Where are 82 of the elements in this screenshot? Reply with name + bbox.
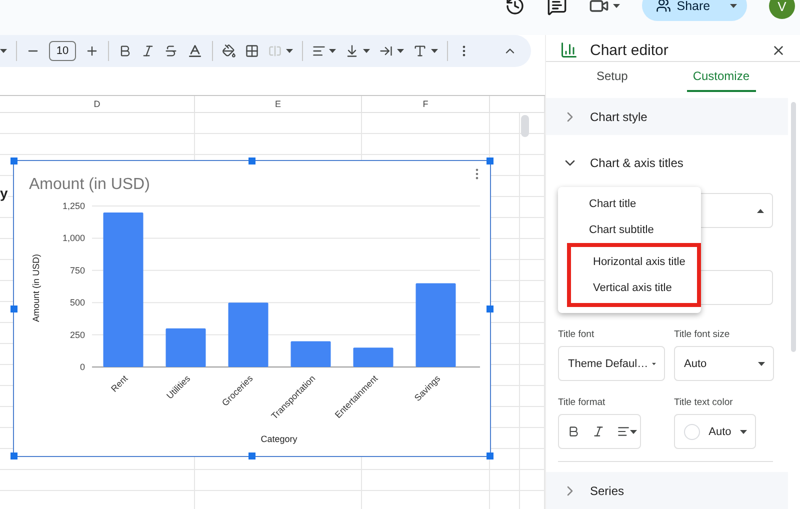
section-header[interactable]: Chart style xyxy=(546,98,788,135)
scrollbar-thumb[interactable] xyxy=(521,115,529,137)
color-swatch xyxy=(684,424,700,440)
menu-item[interactable]: Chart title xyxy=(558,191,701,217)
vertical-align-button[interactable] xyxy=(345,44,370,58)
axis-tick-label: 500 xyxy=(70,298,85,308)
caret-icon xyxy=(329,49,336,53)
strikethrough-button[interactable] xyxy=(164,44,178,58)
resize-handle[interactable] xyxy=(10,305,18,312)
axis-tick-label: 1,000 xyxy=(62,233,85,244)
resize-handle[interactable] xyxy=(486,452,494,460)
text-wrap-button[interactable] xyxy=(379,44,404,58)
axis-tick-label: 750 xyxy=(70,265,85,276)
caret-icon xyxy=(730,4,737,8)
field-label: Title text color xyxy=(674,397,734,408)
menu-item[interactable]: Chart subtitle xyxy=(558,217,701,243)
avatar[interactable]: V xyxy=(769,0,795,19)
resize-handle[interactable] xyxy=(486,305,494,312)
section-header[interactable]: Series xyxy=(546,472,788,509)
bar xyxy=(353,348,394,367)
caret-icon xyxy=(652,362,656,366)
caret-icon xyxy=(740,430,747,434)
align-left-icon xyxy=(312,44,326,58)
resize-handle[interactable] xyxy=(248,158,256,164)
bold-button[interactable] xyxy=(118,44,132,58)
tab[interactable]: Setup xyxy=(590,62,634,92)
caret-icon xyxy=(0,49,7,53)
font-select[interactable]: Theme Defaul… xyxy=(558,346,665,381)
column-header[interactable]: D xyxy=(0,96,195,112)
panel-title: Chart editor xyxy=(590,42,670,58)
text-icon xyxy=(412,44,427,58)
text-color-button[interactable] xyxy=(187,43,203,59)
axis-tick-label: 0 xyxy=(80,362,85,372)
caret-icon xyxy=(396,49,404,53)
fill-color-button[interactable] xyxy=(222,44,236,58)
axis-tick-label: 250 xyxy=(70,330,85,340)
field-label: Title font size xyxy=(674,329,731,340)
field-label: Title format xyxy=(558,397,606,408)
chart-icon xyxy=(560,41,578,59)
font-size-select[interactable]: Auto xyxy=(674,346,774,381)
borders-button[interactable] xyxy=(245,44,259,58)
share-button[interactable]: Share xyxy=(642,0,747,21)
x-axis-title: Category xyxy=(260,434,298,444)
text-rotation-button[interactable] xyxy=(412,44,438,58)
scrollbar-thumb[interactable] xyxy=(791,102,796,352)
merge-cells-button[interactable] xyxy=(268,44,293,58)
history-icon xyxy=(504,0,525,16)
caret-icon xyxy=(286,49,293,53)
align-bottom-icon xyxy=(345,44,360,58)
italic-button[interactable] xyxy=(592,425,605,438)
people-icon xyxy=(656,0,671,13)
y-axis-title: Amount (in USD) xyxy=(31,254,41,322)
increase-font-size-button[interactable] xyxy=(85,44,99,58)
chart-title: Amount (in USD) xyxy=(29,176,150,193)
tab[interactable]: Customize xyxy=(686,62,756,92)
resize-handle[interactable] xyxy=(486,158,494,164)
caret-icon xyxy=(612,4,620,8)
column-header[interactable]: F xyxy=(362,96,490,112)
comment-icon xyxy=(546,0,567,16)
italic-button[interactable] xyxy=(141,44,155,58)
bar xyxy=(290,341,331,367)
caret-icon xyxy=(630,430,637,434)
resize-handle[interactable] xyxy=(10,158,18,164)
axis-tick-label: 1,250 xyxy=(62,201,85,211)
bar xyxy=(166,328,206,367)
font-size-field[interactable]: 10 xyxy=(49,41,76,61)
bold-button[interactable] xyxy=(567,425,580,438)
caret-icon xyxy=(757,208,764,212)
text-color-select[interactable]: Auto xyxy=(674,414,756,449)
caret-icon xyxy=(430,49,438,53)
caret-icon xyxy=(758,362,765,366)
resize-handle[interactable] xyxy=(248,452,256,460)
wrap-icon xyxy=(379,44,394,58)
menu-item[interactable]: Horizontal axis title xyxy=(571,249,697,275)
column-header[interactable]: E xyxy=(195,96,362,112)
menu-item[interactable]: Vertical axis title xyxy=(571,275,697,301)
resize-handle[interactable] xyxy=(10,452,18,460)
align-button[interactable] xyxy=(617,425,637,438)
bar xyxy=(228,302,268,367)
caret-icon xyxy=(363,49,370,53)
field-label: Title font xyxy=(558,329,596,340)
horizontal-align-button[interactable] xyxy=(312,44,336,58)
